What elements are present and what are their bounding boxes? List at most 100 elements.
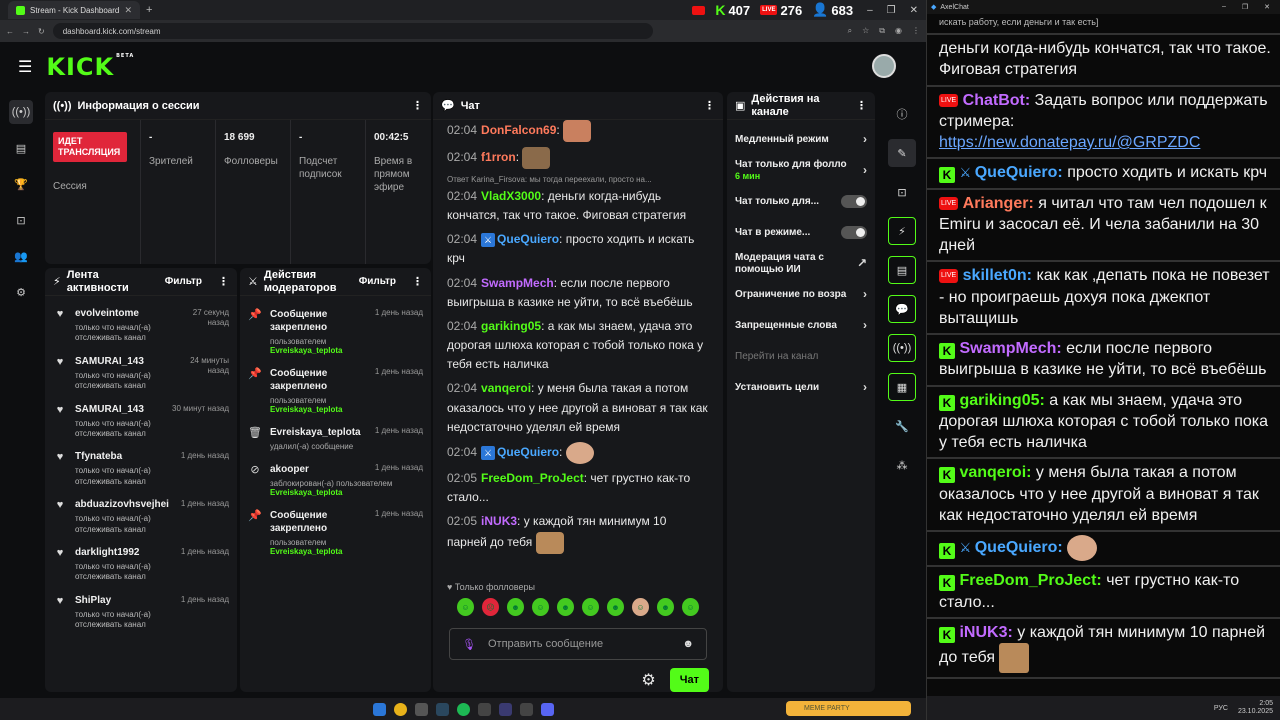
url-input[interactable]: dashboard.kick.com/stream	[52, 23, 653, 39]
feed-item[interactable]: ♥ darklight1992 только что начал(-а) отсле…	[53, 541, 229, 589]
users-nav-icon[interactable]: 👥	[9, 244, 33, 268]
profile-icon[interactable]: ◉	[895, 26, 902, 36]
chat-username[interactable]: vanqeroi	[481, 381, 531, 395]
emoji-icon[interactable]: ☻	[682, 638, 694, 650]
clock[interactable]: 2:05 23.10.2025	[1238, 700, 1273, 717]
chat-username[interactable]: f1rron	[481, 150, 516, 164]
app-icon[interactable]	[414, 702, 428, 716]
feed-item[interactable]: ♥ evolveintome только что начал(-а) отслеж…	[53, 302, 229, 350]
emote-icon[interactable]: ☺	[457, 598, 474, 616]
app-icon[interactable]	[477, 702, 491, 716]
toggle-switch[interactable]	[841, 226, 867, 239]
analytics-nav-icon[interactable]: ▤	[9, 136, 33, 160]
capture-icon[interactable]: ⊡	[888, 178, 916, 206]
menu-icon[interactable]: ⋮	[912, 26, 920, 36]
more-icon[interactable]: ⋮	[704, 99, 715, 112]
mod-action-item[interactable]: 📌 Сообщение закреплено пользователем Evreis…	[248, 503, 423, 562]
broadcast-icon[interactable]: ((•))	[888, 334, 916, 362]
app-icon[interactable]	[519, 702, 533, 716]
feed-filter-button[interactable]: Фильтр	[165, 276, 202, 287]
stage-icon[interactable]: ▦	[888, 373, 916, 401]
mod-action-user[interactable]: Evreiskaya_teplota	[270, 346, 365, 355]
donate-link[interactable]: https://new.donatepay.ru/@GRPZDC	[939, 134, 1200, 151]
chat-username[interactable]: gariking05	[481, 319, 541, 333]
feed-item[interactable]: ♥ Tfynateba только что начал(-а) отслежива…	[53, 445, 229, 493]
send-chat-button[interactable]: Чат	[669, 668, 709, 692]
more-icon[interactable]: ⋮	[218, 275, 229, 288]
chat-username[interactable]: iNUK3	[481, 514, 517, 528]
feed-item[interactable]: ♥ SAMURAI_143 только что начал(-а) отслежи…	[53, 398, 229, 446]
mod-action-user[interactable]: Evreiskaya_teplota	[270, 405, 365, 414]
channel-action-item[interactable]: Чат в режиме...	[735, 217, 867, 248]
hamburger-icon[interactable]: ☰	[18, 57, 32, 77]
emote-icon[interactable]: ☻	[607, 598, 624, 616]
forward-icon[interactable]: →	[22, 27, 30, 36]
app-icon[interactable]	[540, 702, 554, 716]
channel-action-item[interactable]: Чат только для...	[735, 186, 867, 217]
toggle-switch[interactable]	[841, 195, 867, 208]
chat-username[interactable]: QueQuiero	[497, 232, 559, 246]
channel-action-item[interactable]: Медленный режим ›	[735, 124, 867, 155]
meme-party-widget[interactable]: MEME PARTY	[786, 701, 911, 716]
language-indicator[interactable]: РУС	[1214, 705, 1228, 712]
emote-icon[interactable]: ☻	[507, 598, 524, 616]
reload-icon[interactable]: ↻	[38, 27, 45, 36]
mod-filter-button[interactable]: Фильтр	[359, 276, 396, 287]
browser-tab[interactable]: Stream - Kick Dashboard ✕	[8, 1, 140, 19]
settings-nav-icon[interactable]: ⚙	[9, 280, 33, 304]
info-icon[interactable]: ⓘ	[888, 100, 916, 128]
notes-icon[interactable]: ▤	[888, 256, 916, 284]
star-icon[interactable]: ☆	[862, 26, 869, 36]
stream-nav-icon[interactable]: ((•))	[9, 100, 33, 124]
channel-action-item[interactable]: Ограничение по возра ›	[735, 279, 867, 310]
gear-icon[interactable]: ⚙	[641, 670, 655, 690]
steam-icon[interactable]	[435, 702, 449, 716]
mod-action-user[interactable]: Evreiskaya_teplota	[270, 488, 392, 497]
mod-action-item[interactable]: ⊘ akooper заблокирован(-а) пользователем Ev…	[248, 457, 423, 503]
new-tab-button[interactable]: +	[146, 4, 152, 16]
emote-icon[interactable]: ☻	[657, 598, 674, 616]
lightning-icon[interactable]: ⚡	[888, 217, 916, 245]
chat-username[interactable]: SwampMech	[481, 276, 554, 290]
capture-nav-icon[interactable]: ⊡	[9, 208, 33, 232]
share-icon[interactable]: ⁂	[888, 451, 916, 479]
emote-icon[interactable]: ☻	[557, 598, 574, 616]
edit-icon[interactable]: ✎	[888, 139, 916, 167]
reply-preview[interactable]: Ответ Karina_Firsova: мы тогда переехали…	[447, 174, 709, 187]
more-icon[interactable]: ⋮	[412, 99, 423, 112]
emote-icon[interactable]: ☺	[582, 598, 599, 616]
chat-input[interactable]: 🎙 Отправить сообщение ☻	[449, 628, 707, 660]
more-icon[interactable]: ⋮	[412, 275, 423, 288]
channel-action-item[interactable]: Чат только для фолло 6 мин ›	[735, 155, 867, 186]
windows-icon[interactable]	[372, 702, 386, 716]
chat-username[interactable]: QueQuiero	[497, 445, 559, 459]
kick-logo[interactable]: KICK BETA	[46, 53, 134, 81]
trophy-nav-icon[interactable]: 🏆	[9, 172, 33, 196]
chrome-icon[interactable]	[393, 702, 407, 716]
maximize-button[interactable]: ❐	[887, 5, 896, 16]
channel-action-item[interactable]: Установить цели ›	[735, 372, 867, 403]
chat-username[interactable]: VladX3000	[481, 189, 541, 203]
emote-icon[interactable]: ☹	[482, 598, 499, 616]
minimize-button[interactable]: –	[1222, 3, 1226, 11]
maximize-button[interactable]: ❐	[1242, 3, 1248, 11]
feed-item[interactable]: ♥ SAMURAI_143 только что начал(-а) отслежи…	[53, 350, 229, 398]
chat-username[interactable]: FreeDom_ProJect	[481, 471, 584, 485]
chat-bubble-icon[interactable]: 💬	[888, 295, 916, 323]
feed-item[interactable]: ♥ abduazizovhsvejhei только что начал(-а) …	[53, 493, 229, 541]
microphone-icon[interactable]: 🎙	[462, 638, 476, 651]
mod-action-item[interactable]: 📌 Сообщение закреплено пользователем Evreis…	[248, 361, 423, 420]
close-window-button[interactable]: ✕	[1264, 3, 1270, 11]
close-icon[interactable]: ✕	[124, 5, 132, 16]
app-icon[interactable]	[498, 702, 512, 716]
extensions-icon[interactable]: ⧉	[879, 26, 885, 36]
wrench-icon[interactable]: 🔧	[888, 412, 916, 440]
back-icon[interactable]: ←	[6, 27, 14, 36]
feed-item[interactable]: ♥ ShiPlay только что начал(-а) отслеживать…	[53, 589, 229, 637]
mod-action-item[interactable]: 📌 Сообщение закреплено пользователем Evreis…	[248, 302, 423, 361]
chat-username[interactable]: DonFalcon69	[481, 123, 556, 137]
close-window-button[interactable]: ✕	[910, 5, 918, 16]
emote-icon[interactable]: ☺	[632, 598, 649, 616]
mod-action-item[interactable]: 🗑 Evreiskaya_teplota удалил(-а) сообщение 1…	[248, 420, 423, 457]
channel-action-item[interactable]: Запрещенные слова ›	[735, 310, 867, 341]
